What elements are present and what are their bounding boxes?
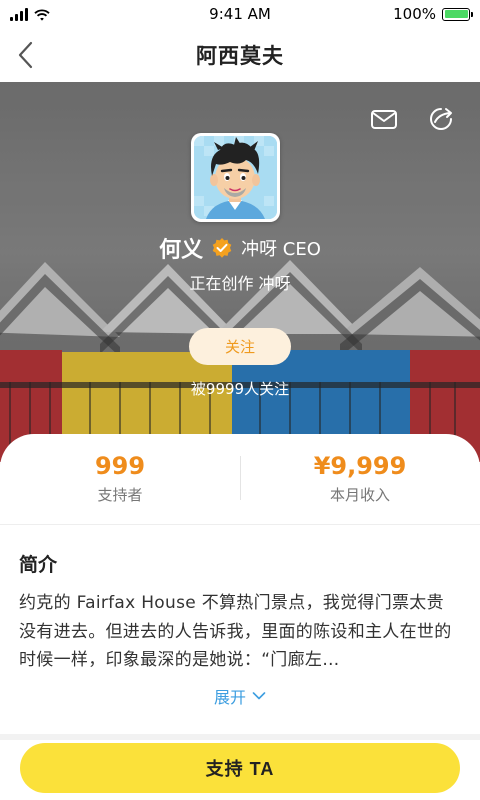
stat-supporters[interactable]: 999 支持者 (0, 434, 240, 524)
intro-text: 约克的 Fairfax House 不算热门景点，我觉得门票太贵没有进去。但进去… (19, 593, 452, 670)
support-button[interactable]: 支持 TA (20, 743, 460, 793)
status-indicators (10, 7, 50, 21)
stats-divider (240, 456, 241, 500)
stat-label: 支持者 (97, 486, 143, 504)
wifi-icon (34, 9, 50, 21)
stat-label: 本月收入 (329, 486, 390, 504)
share-icon[interactable] (426, 104, 456, 134)
follow-button[interactable]: 关注 (189, 328, 291, 365)
avatar[interactable] (191, 133, 280, 222)
nav-bar: 阿西莫夫 (0, 28, 480, 82)
profile-card: 999 支持者 ¥9,999 本月收入 简介 约克的 Fairfax House… (0, 434, 480, 734)
expand-button[interactable]: 展开 (0, 684, 480, 708)
battery-status: 100% (393, 5, 473, 23)
mail-icon[interactable] (369, 104, 399, 134)
chevron-down-icon (252, 692, 266, 700)
avatar-illustration (194, 136, 277, 219)
section-divider (0, 524, 480, 525)
user-title: 冲呀 CEO (241, 239, 321, 260)
follower-count: 被9999人关注 (190, 380, 290, 398)
signal-icon (10, 7, 28, 21)
stat-value: ¥9,999 (313, 452, 407, 480)
verified-badge-icon (212, 238, 232, 258)
profile-header: 何义 冲呀 CEO 正在创作 冲呀 关注 被9999人关注 (0, 82, 480, 462)
user-name: 何义 (159, 238, 204, 263)
battery-percent: 100% (393, 5, 436, 23)
chevron-left-icon[interactable] (14, 40, 40, 70)
stat-value: 999 (94, 452, 146, 480)
name-row: 何义 冲呀 CEO (0, 232, 480, 264)
stat-monthly-income[interactable]: ¥9,999 本月收入 (240, 434, 480, 524)
status-bar: 9:41 AM 100% (0, 0, 480, 28)
profile-screen: 9:41 AM 100% 阿西莫夫 何义 冲呀 CEO 正在创作 冲呀 关注 被… (0, 0, 480, 800)
battery-icon (442, 7, 473, 21)
avatar-image (194, 136, 277, 219)
expand-label: 展开 (213, 688, 246, 707)
bottom-bar: 支持 TA (0, 740, 480, 800)
user-status: 正在创作 冲呀 (189, 274, 291, 293)
page-title: 阿西莫夫 (196, 44, 284, 68)
battery-level (444, 10, 468, 18)
intro-title: 简介 (19, 554, 58, 576)
